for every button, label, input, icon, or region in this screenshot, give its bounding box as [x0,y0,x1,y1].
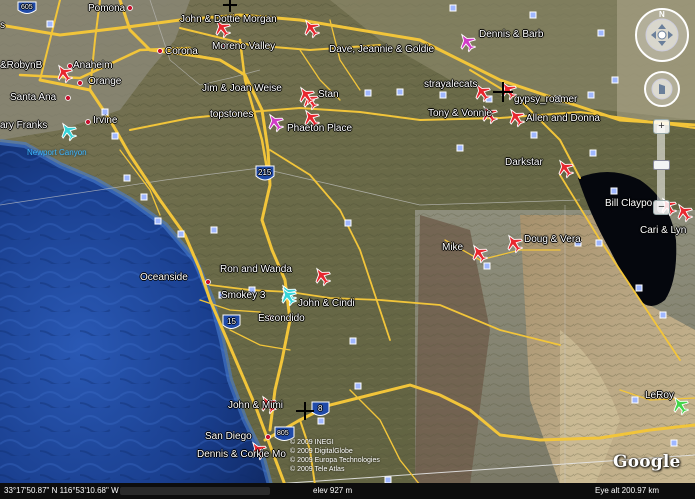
copyright-line: © 2009 DigitalGlobe [290,448,353,455]
zoom-in-button[interactable]: + [653,119,670,134]
placemark-label[interactable]: Stan [318,89,339,100]
placemark-label[interactable]: gypsy_roamer [514,94,577,105]
place-san-diego: San Diego [205,431,252,442]
move-navigation-ring[interactable] [643,70,681,108]
placemark-label[interactable]: Dennis & Barb [479,29,543,40]
placemark-label[interactable]: Doug & Vera [524,234,581,245]
placemark-label[interactable]: Bill Claypo [605,198,652,209]
place-moreno-valley: Moreno Valley [212,41,276,52]
placemark-label[interactable]: Dave, Jeannie & Goldie [329,44,434,55]
elevation-readout: elev 927 m [313,486,353,495]
placemark-label[interactable]: Ron and Wanda [220,264,292,275]
placemark-label[interactable]: Smokey 3 [221,290,265,301]
map-viewport[interactable]: 605 215 15 8 805 Pomona Corona Moreno Va… [0,0,695,499]
placemark-label[interactable]: Dennis & Corkie Mo [197,449,286,460]
placemark-label[interactable]: Tony & Vonnie [428,108,492,119]
place-escondido: Escondido [258,313,305,324]
placemark-label[interactable]: Darkstar [505,157,543,168]
place-santa-ana: Santa Ana [10,92,57,103]
placemark-label[interactable]: John & Cindi [298,298,355,309]
i8-label: 8 [318,404,323,413]
streaming-progress-bar [120,487,270,495]
placemark-label[interactable]: Cari & Lyn [640,225,686,236]
place-anaheim: Anaheim [73,60,113,71]
placemark-label[interactable]: topstones [210,109,253,120]
place-pomona: Pomona [88,3,126,14]
placemark-label[interactable]: Jim & Joan Weise [202,83,282,94]
copyright-line: © 2009 Tele Atlas [290,466,345,473]
placemark-label[interactable]: John & Mimi [228,400,283,411]
water-newport-canyon: Newport Canyon [27,148,87,157]
placemark-label[interactable]: strayalecats [424,79,477,90]
placemark-label[interactable]: Mike [442,242,463,253]
compass-north-icon: N [659,10,665,19]
placemark-label[interactable]: John & Dottie Morgan [180,14,277,25]
pointer-coordinates: 33°17'50.87" N 116°53'10.68" W [4,486,119,495]
zoom-slider-thumb[interactable] [653,160,670,170]
place-oceanside: Oceanside [140,272,188,283]
place-irvine: Irvine [93,115,118,126]
placemark-label[interactable]: LeRoy [645,390,674,401]
place-orange: Orange [88,76,122,87]
status-bar: 33°17'50.87" N 116°53'10.68" W elev 927 … [0,483,695,499]
i15-label: 15 [227,317,236,326]
place-edge-fragment: s [0,20,5,31]
placemark-label[interactable]: &RobynB [0,60,42,71]
i605-label: 605 [21,4,33,11]
copyright-notice: © 2009 INEGI © 2009 DigitalGlobe © 2009 … [290,438,380,474]
i215-label: 215 [258,168,272,177]
placemark-label[interactable]: Allen and Donna [526,113,600,124]
look-navigation-ring[interactable]: N [633,6,691,64]
eye-altitude-readout: Eye alt 200.97 km [595,486,660,495]
copyright-line: © 2009 Europa Technologies [290,457,380,464]
zoom-out-button[interactable]: − [653,200,670,215]
google-logo: Google [613,452,681,472]
i805-label: 805 [277,430,289,437]
placemark-label[interactable]: Phaeton Place [287,123,352,134]
satellite-imagery[interactable] [0,0,695,499]
place-corona: Corona [165,46,198,57]
copyright-line: © 2009 INEGI [290,439,334,446]
placemark-label[interactable]: ary Franks [0,120,47,131]
